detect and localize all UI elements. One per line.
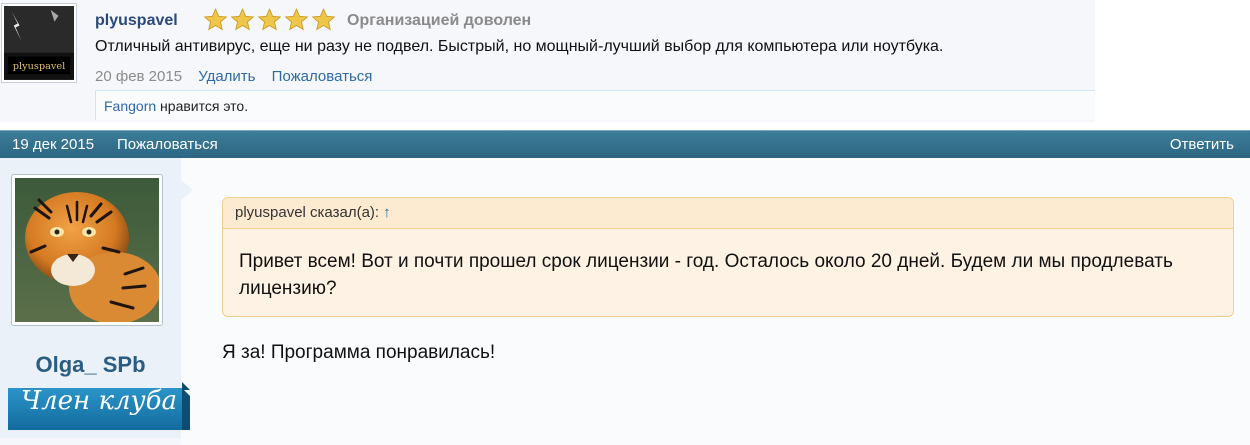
post-header-bar: 19 дек 2015 Пожаловаться Ответить (0, 130, 1250, 158)
star-icon (257, 8, 282, 31)
quote-text: Привет всем! Вот и почти прошел срок лиц… (239, 251, 1173, 299)
likes-summary: Fangorn нравится это. (95, 90, 1095, 120)
user-column-pointer (181, 180, 193, 200)
like-user-link[interactable]: Fangorn (104, 98, 156, 114)
post-date: 19 дек 2015 (12, 136, 95, 153)
star-icon (311, 8, 336, 31)
member-badge-label: Член клуба (21, 386, 177, 416)
post-date: 20 фев 2015 (95, 68, 183, 85)
star-icon (230, 8, 255, 31)
rating-stars (202, 7, 337, 33)
avatar[interactable]: plyuspavel (1, 3, 77, 83)
star-icon (284, 8, 309, 31)
avatar-image: plyuspavel (4, 6, 74, 80)
post-meta: 20 фев 2015 Удалить Пожаловаться (95, 68, 372, 85)
author-name[interactable]: Olga_ SPb (0, 352, 181, 378)
likes-text: нравится это. (156, 98, 249, 114)
report-link[interactable]: Пожаловаться (117, 136, 218, 153)
quote-header: plyuspavel сказал(а): ↑ (223, 198, 1233, 229)
go-to-post-arrow-icon[interactable]: ↑ (383, 204, 391, 221)
delete-link[interactable]: Удалить (198, 68, 255, 85)
quote-author: plyuspavel сказал(а): (235, 204, 380, 221)
profile-post: plyuspavel plyuspavel Организацией довол… (0, 0, 1095, 122)
star-icon (203, 8, 228, 31)
quote-block: plyuspavel сказал(а): ↑ Привет всем! Вот … (222, 197, 1234, 317)
tiger-avatar-image (15, 178, 159, 322)
reply-text: Я за! Программа понравилась! (222, 342, 496, 363)
username-link[interactable]: plyuspavel (95, 12, 178, 30)
avatar[interactable] (11, 174, 163, 326)
avatar-caption: plyuspavel (13, 61, 65, 72)
post-message: Отличный антивирус, еще ни разу не подве… (95, 38, 944, 55)
reply-link[interactable]: Ответить (1170, 136, 1234, 153)
report-link[interactable]: Пожаловаться (272, 68, 373, 85)
rating-label: Организацией доволен (347, 12, 532, 29)
